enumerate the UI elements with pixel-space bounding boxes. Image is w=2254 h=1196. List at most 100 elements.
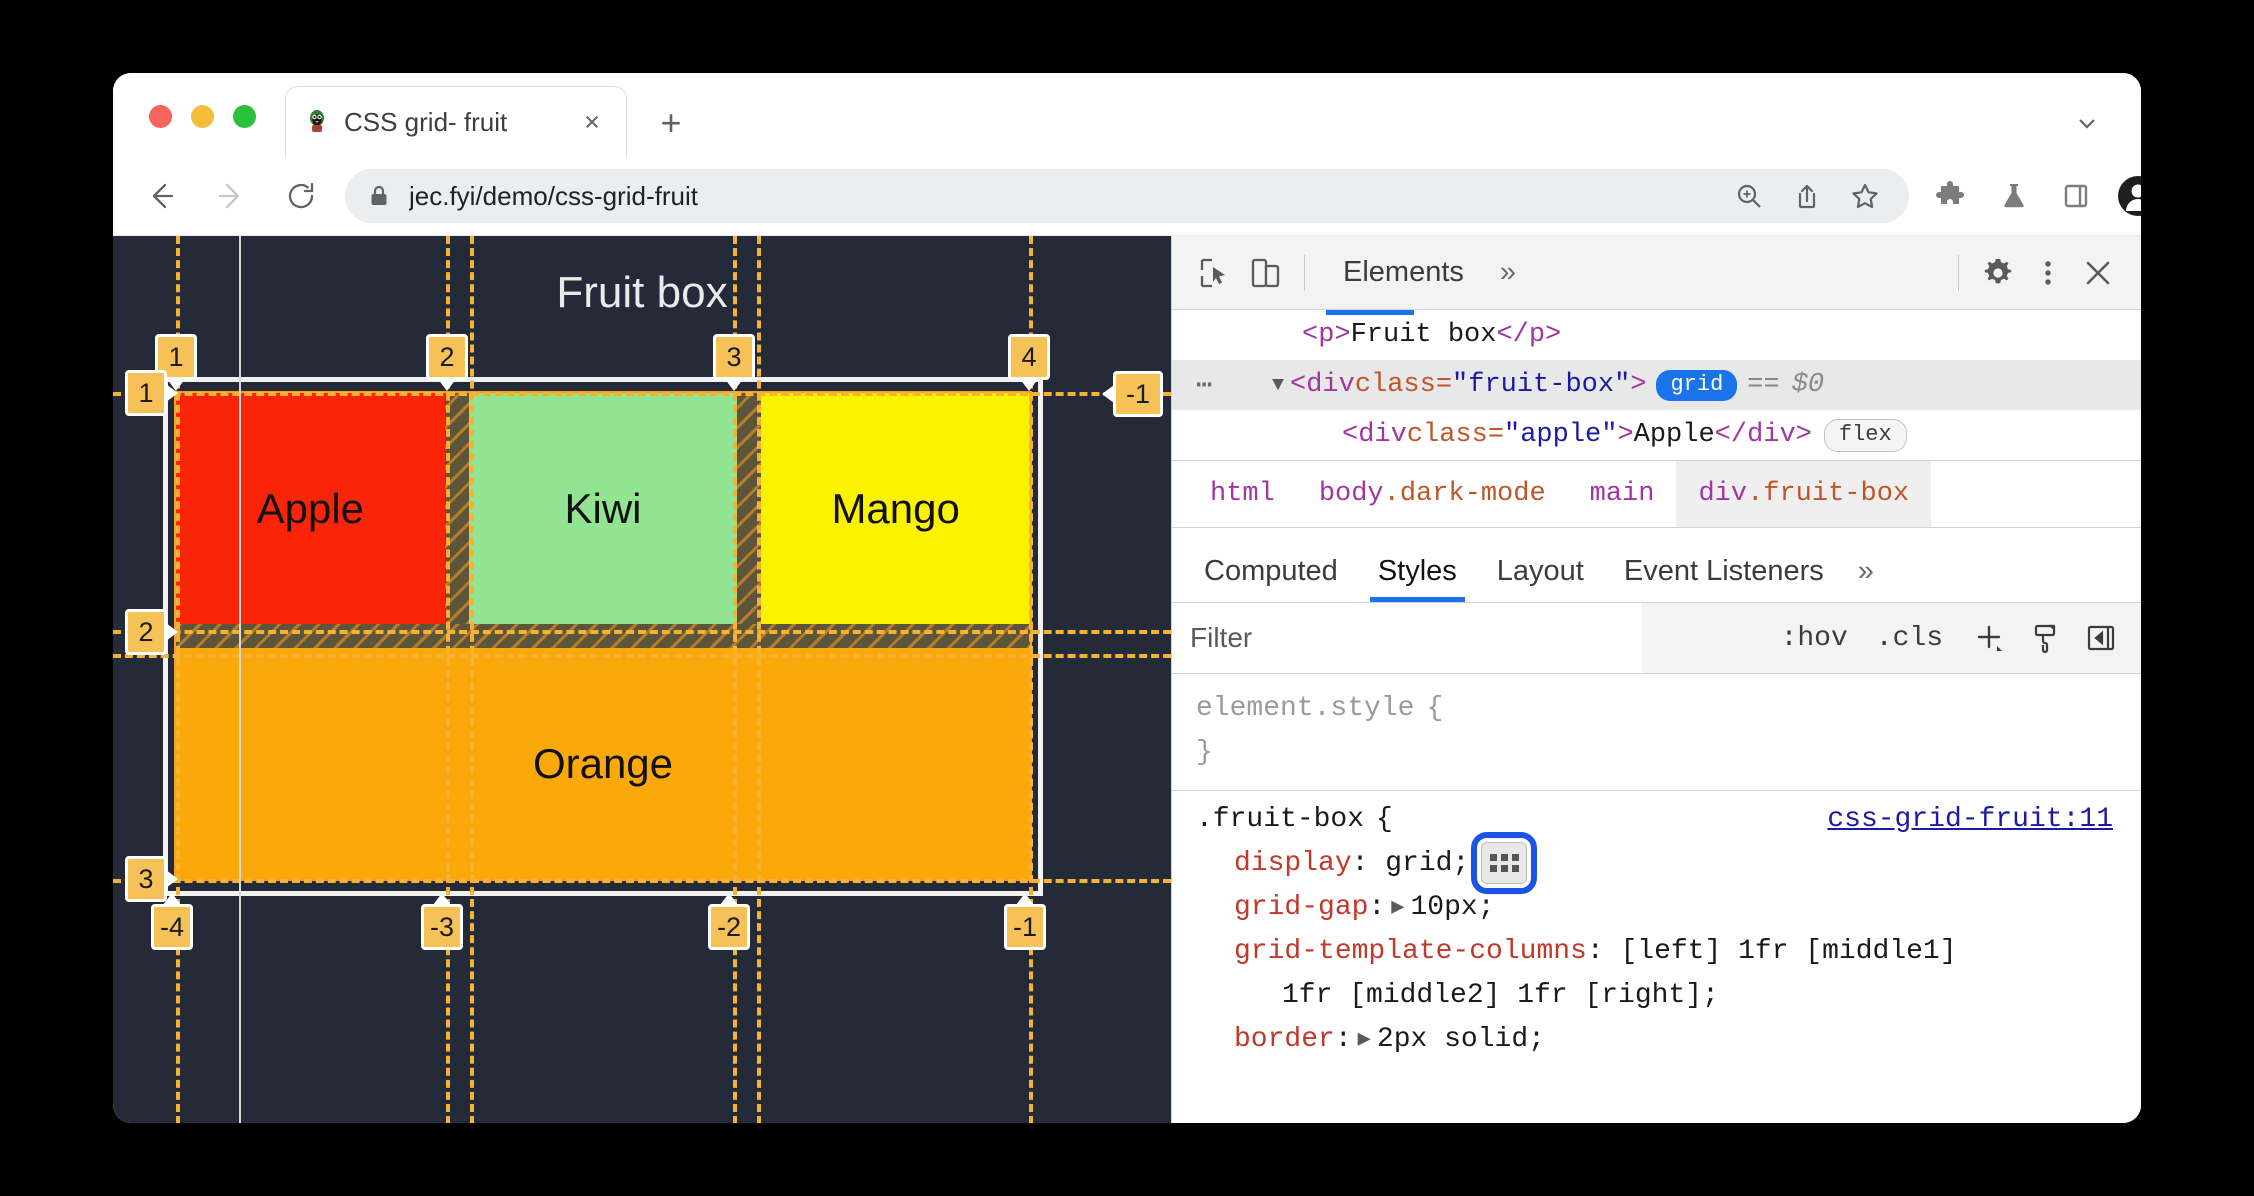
profile-avatar-icon[interactable]: [2115, 173, 2141, 219]
declaration-value-continuation: 1fr [middle2] 1fr [right];: [1172, 973, 2141, 1017]
breadcrumb-tag: div: [1698, 479, 1748, 509]
devtools-panel: Elements » <p> Fruit box </p> ⋯ ▼ <div c…: [239, 236, 2141, 1123]
grid-column-badge-4[interactable]: 4: [1008, 334, 1050, 380]
maximize-window-button[interactable]: [233, 105, 256, 128]
dom-row-apple[interactable]: <div class= "apple" > Apple </div> flex: [1172, 410, 2141, 460]
grid-guide-hline-3: [113, 879, 1171, 883]
property-name: grid-gap: [1234, 891, 1369, 923]
star-icon[interactable]: [1843, 174, 1887, 218]
close-window-button[interactable]: [149, 105, 172, 128]
rule-open-brace: {: [1426, 692, 1444, 724]
chevron-down-icon[interactable]: [2067, 103, 2107, 143]
browser-window: CSS grid- fruit × + jec.fyi/demo/css-gri…: [113, 73, 2141, 1123]
grid-row-badge-3[interactable]: 3: [125, 856, 167, 902]
address-bar[interactable]: jec.fyi/demo/css-grid-fruit: [345, 169, 1909, 223]
tab-layout[interactable]: Layout: [1477, 555, 1604, 602]
property-colon: :: [1368, 891, 1386, 923]
breadcrumb-class: .fruit-box: [1747, 479, 1910, 509]
breadcrumb-item-fruit-box[interactable]: div .fruit-box: [1676, 461, 1932, 527]
browser-tab[interactable]: CSS grid- fruit ×: [285, 86, 627, 157]
declaration-border[interactable]: border : ▶ 2px solid;: [1172, 1017, 2141, 1061]
more-subtabs-icon[interactable]: »: [1844, 555, 1888, 602]
fruit-box-grid: Apple Kiwi Mango Orange: [174, 391, 1032, 881]
tab-computed[interactable]: Computed: [1184, 555, 1358, 602]
close-tab-button[interactable]: ×: [576, 106, 608, 138]
grid-item-kiwi: Kiwi: [468, 393, 738, 624]
collapse-sidebar-icon[interactable]: [2077, 614, 2125, 662]
grid-column-badge-minus-3[interactable]: -3: [421, 904, 463, 950]
devtools-toolbar-right: [1944, 248, 2123, 298]
rule-selector-line[interactable]: element.style {: [1172, 686, 2141, 730]
expand-arrow-icon[interactable]: ▶: [1385, 894, 1410, 920]
dom-token-text: Apple: [1633, 420, 1715, 450]
rule-selector-line[interactable]: .fruit-box { css-grid-fruit:11: [1172, 797, 2141, 841]
url-text: jec.fyi/demo/css-grid-fruit: [409, 180, 698, 211]
flex-display-badge[interactable]: flex: [1823, 418, 1907, 452]
rule-source-link[interactable]: css-grid-fruit:11: [1827, 804, 2113, 835]
breadcrumb-tag: main: [1589, 479, 1655, 509]
screenshot-root: CSS grid- fruit × + jec.fyi/demo/css-gri…: [0, 0, 2254, 1196]
inspect-element-icon[interactable]: [1190, 248, 1240, 298]
declaration-display[interactable]: display : grid;: [1172, 832, 2141, 894]
gear-icon[interactable]: [1973, 248, 2023, 298]
breadcrumb-tag: body: [1318, 479, 1384, 509]
breadcrumb-item-body[interactable]: body .dark-mode: [1297, 461, 1568, 527]
grid-item-mango: Mango: [761, 393, 1030, 624]
grid-row-badge-1[interactable]: 1: [125, 370, 167, 416]
grid-column-badge-minus-1[interactable]: -1: [1004, 904, 1046, 950]
reload-button[interactable]: [276, 171, 326, 221]
toggle-element-state-button[interactable]: :hov: [1767, 623, 1862, 654]
page-title: Fruit box: [556, 268, 728, 317]
property-colon: :: [1351, 847, 1386, 879]
tab-styles[interactable]: Styles: [1358, 555, 1477, 602]
grid-overlay-toggle-badge[interactable]: [1471, 832, 1538, 894]
device-toolbar-icon[interactable]: [1240, 248, 1290, 298]
plus-icon[interactable]: [1965, 614, 2013, 662]
minimize-window-button[interactable]: [191, 105, 214, 128]
dom-expand-triangle-icon[interactable]: ▼: [1272, 374, 1284, 397]
property-value: [left] 1fr [middle1]: [1620, 935, 1957, 967]
zoom-in-icon[interactable]: [1727, 174, 1771, 218]
breadcrumb-item-main[interactable]: main: [1568, 461, 1677, 527]
declaration-grid-template-columns[interactable]: grid-template-columns : [left] 1fr [midd…: [1172, 929, 2141, 973]
filter-input[interactable]: [1172, 603, 1642, 673]
grid-badge-dots-col-1: [1489, 854, 1497, 872]
tab-elements[interactable]: Elements: [1319, 256, 1488, 289]
dom-token-attr-value: "apple": [1504, 420, 1618, 450]
new-tab-button[interactable]: +: [649, 101, 693, 145]
close-devtools-icon[interactable]: [2073, 248, 2123, 298]
paint-brush-icon[interactable]: [2021, 614, 2069, 662]
more-panels-icon[interactable]: »: [1488, 256, 1528, 289]
three-dot-menu-icon[interactable]: [2023, 248, 2073, 298]
grid-column-badge-minus-2[interactable]: -2: [708, 904, 750, 950]
grid-guide-vline-2b: [470, 236, 474, 1123]
extensions-puzzle-icon[interactable]: [1927, 173, 1973, 219]
dom-row-fruit-box[interactable]: ⋯ ▼ <div class= "fruit-box" > grid == $0: [1172, 360, 2141, 410]
grid-column-badge-3[interactable]: 3: [713, 334, 755, 380]
dom-row-paragraph[interactable]: <p> Fruit box </p>: [1172, 310, 2141, 360]
grid-row-badge-minus-1[interactable]: -1: [1113, 371, 1163, 417]
styles-filter-row: :hov .cls: [1172, 603, 2141, 674]
grid-row-badge-2[interactable]: 2: [125, 609, 167, 655]
declaration-grid-gap[interactable]: grid-gap : ▶ 10px;: [1172, 885, 2141, 929]
toggle-class-button[interactable]: .cls: [1862, 623, 1957, 654]
lock-icon: [367, 184, 391, 208]
expand-arrow-icon[interactable]: ▶: [1352, 1026, 1377, 1052]
flask-labs-icon[interactable]: [1991, 173, 2037, 219]
dom-token-attr-value: "fruit-box": [1452, 370, 1631, 400]
share-icon[interactable]: [1785, 174, 1829, 218]
side-panel-icon[interactable]: [2053, 173, 2099, 219]
forward-button[interactable]: [206, 171, 256, 221]
grid-column-badge-2[interactable]: 2: [426, 334, 468, 380]
styles-subtabs: Computed Styles Layout Event Listeners »: [1172, 528, 2141, 603]
breadcrumb-item-html[interactable]: html: [1188, 461, 1297, 527]
back-button[interactable]: [136, 171, 186, 221]
dom-token-open-tag: <p>: [1302, 320, 1351, 350]
rule-close-brace: }: [1196, 736, 1213, 768]
breadcrumb: html body .dark-mode main div .fruit-box: [1172, 460, 2141, 528]
tab-event-listeners[interactable]: Event Listeners: [1604, 555, 1844, 602]
grid-column-badge-minus-4[interactable]: -4: [151, 904, 193, 950]
grid-item-apple: Apple: [176, 393, 445, 624]
grid-display-badge[interactable]: grid: [1656, 369, 1738, 401]
dom-row-menu-ellipsis[interactable]: ⋯: [1196, 369, 1214, 402]
